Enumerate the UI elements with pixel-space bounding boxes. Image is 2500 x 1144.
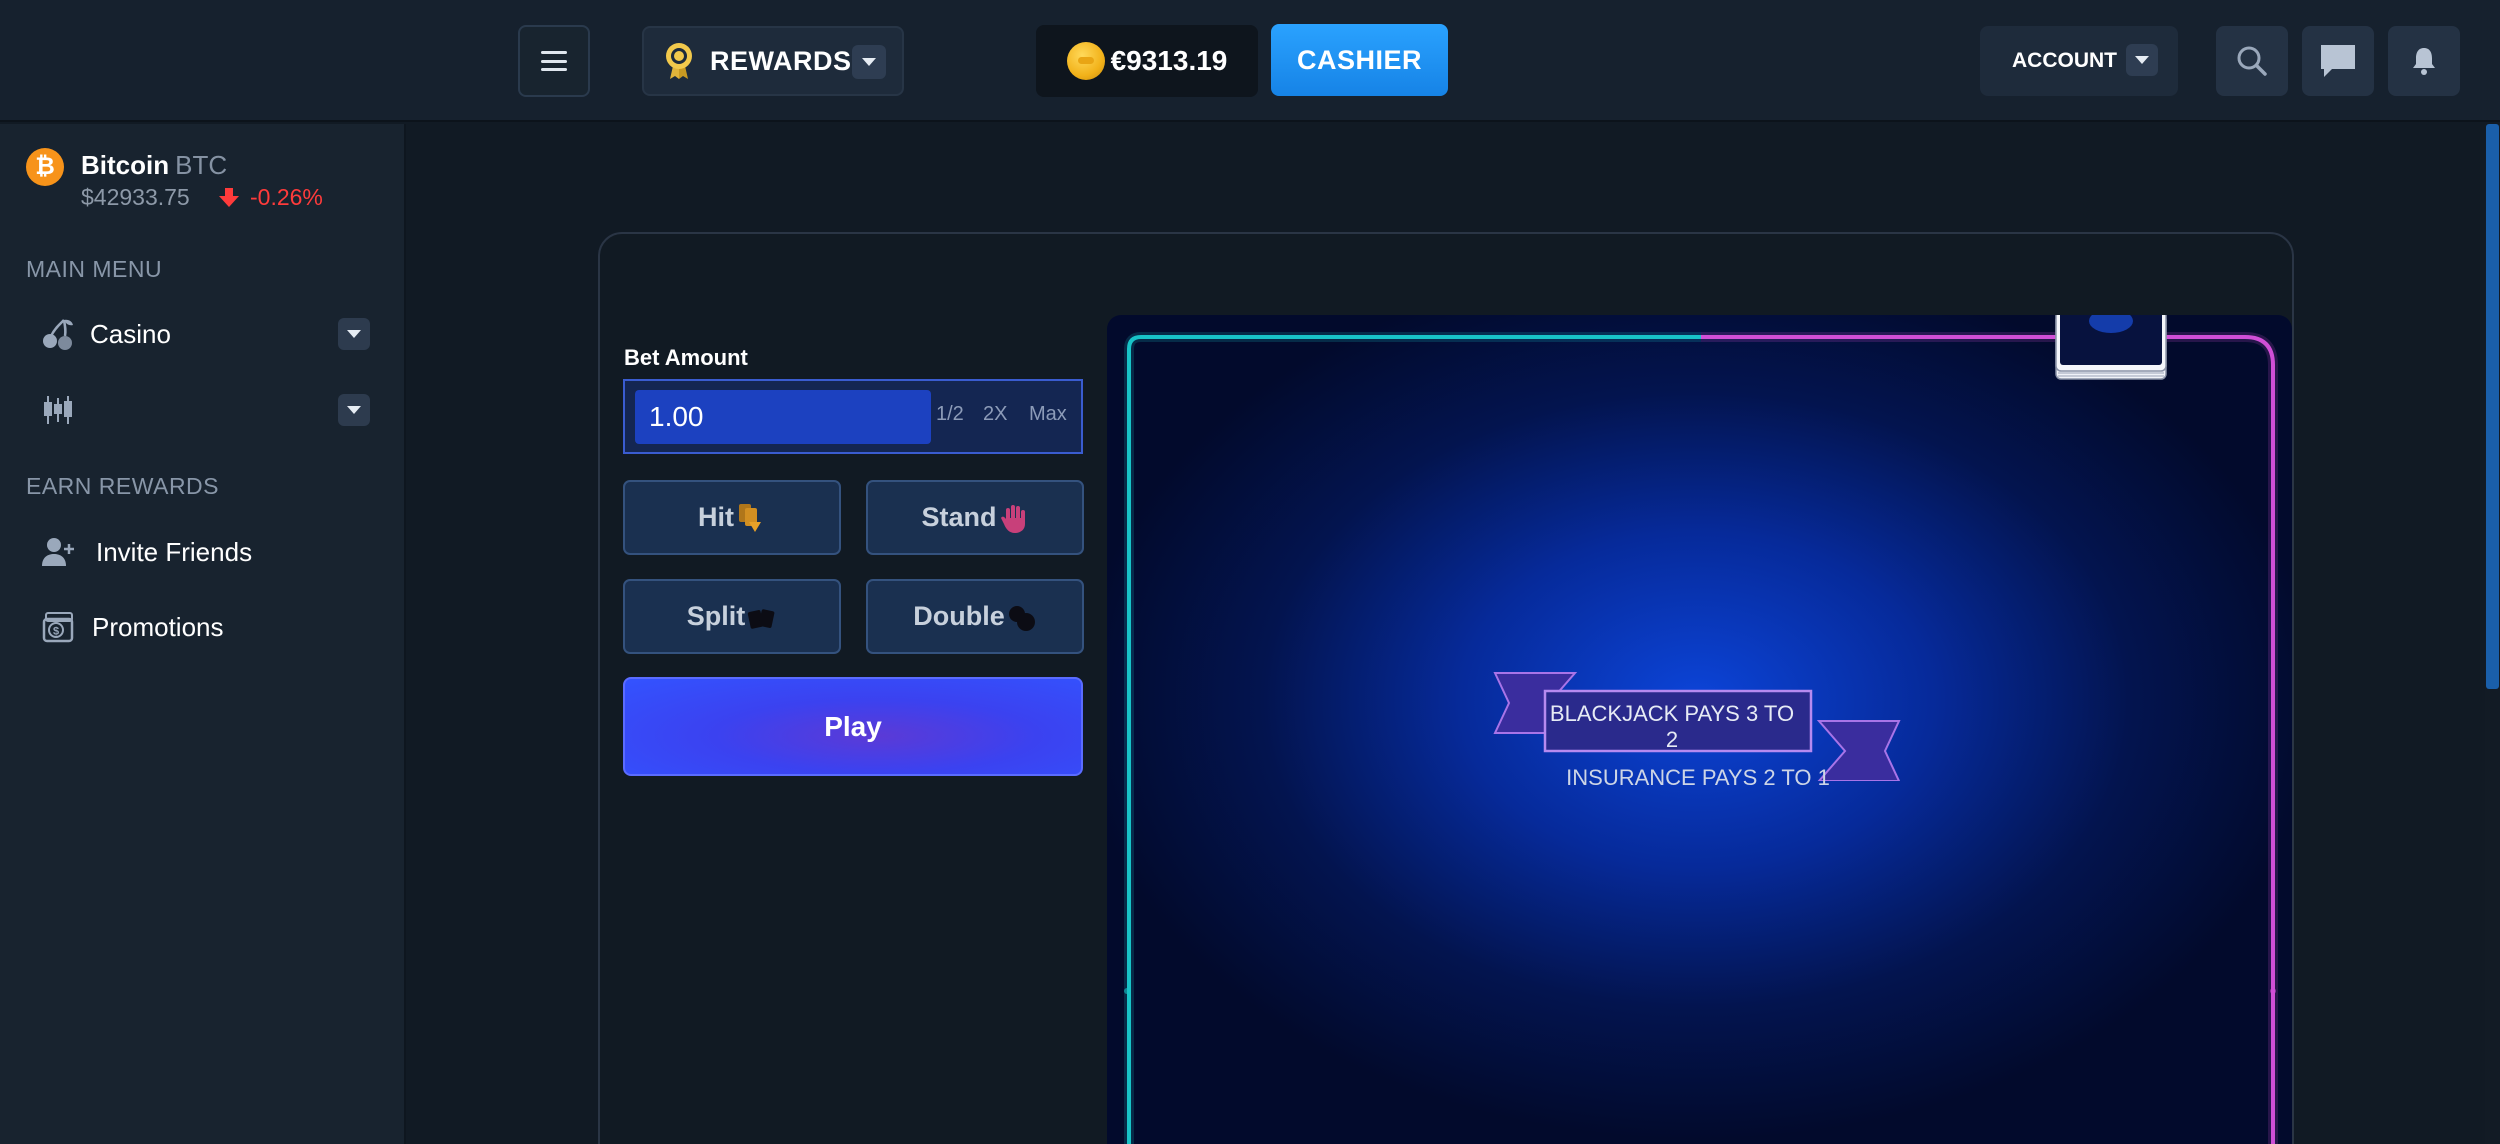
- earn-rewards-title: EARN REWARDS: [26, 473, 219, 499]
- rewards-button[interactable]: REWARDS: [642, 26, 904, 96]
- double-bet-button[interactable]: 2X: [983, 403, 1007, 426]
- chevron-down-icon: [2135, 56, 2149, 64]
- casino-dropdown-toggle[interactable]: [338, 318, 370, 350]
- max-bet-button[interactable]: Max: [1029, 403, 1067, 426]
- crypto-price: $42933.75: [81, 184, 190, 210]
- chips-icon: [1008, 605, 1035, 631]
- search-icon: [2237, 46, 2267, 76]
- rewards-label: REWARDS: [710, 45, 852, 76]
- sidebar-item-label: Invite Friends: [96, 536, 253, 567]
- chevron-down-icon: [862, 58, 876, 66]
- account-label: ACCOUNT: [2012, 49, 2117, 72]
- crypto-name: Bitcoin: [81, 150, 170, 180]
- stand-button[interactable]: Stand: [866, 480, 1084, 555]
- sidebar-item-casino[interactable]: Casino: [40, 311, 370, 357]
- sidebar-item-invite-friends[interactable]: Invite Friends: [40, 529, 370, 575]
- menu-icon: [541, 51, 567, 71]
- hand-icon: [1000, 504, 1025, 533]
- sidebar-item-trading[interactable]: [40, 387, 370, 433]
- split-button[interactable]: Split: [623, 579, 841, 654]
- blackjack-payout-text: BLACKJACK PAYS 3 TO 2: [1549, 701, 1795, 752]
- money-icon: $: [42, 612, 74, 643]
- hit-button[interactable]: Hit: [623, 480, 841, 555]
- trading-dropdown-toggle[interactable]: [338, 394, 370, 426]
- add-user-icon: [42, 538, 74, 566]
- chevron-down-icon: [347, 330, 361, 338]
- account-dropdown-toggle[interactable]: [2126, 44, 2158, 76]
- double-label: Double: [913, 601, 1005, 631]
- bet-amount-input[interactable]: [635, 390, 931, 444]
- balance-amount: €9313.19: [1110, 45, 1228, 76]
- sidebar-item-promotions[interactable]: $ Promotions: [40, 604, 370, 650]
- balance-display[interactable]: €9313.19: [1036, 25, 1258, 97]
- hit-icon: [739, 503, 761, 532]
- sidebar-item-label: Promotions: [92, 611, 224, 642]
- coin-icon: [1066, 42, 1105, 80]
- search-button[interactable]: [2216, 26, 2288, 96]
- crypto-name-line: Bitcoin BTC: [81, 150, 227, 181]
- bet-amount-control: 1/2 2X Max: [623, 379, 1083, 454]
- play-label: Play: [824, 710, 882, 742]
- svg-text:$: $: [53, 626, 59, 638]
- arrow-down-icon: [219, 188, 239, 207]
- bitcoin-icon: ₿: [26, 148, 64, 186]
- crypto-ticker-symbol: BTC: [175, 150, 228, 180]
- bell-icon: [2413, 48, 2435, 75]
- sidebar-item-label: Casino: [90, 318, 171, 349]
- half-bet-button[interactable]: 1/2: [936, 403, 964, 426]
- candlestick-icon: [44, 396, 72, 424]
- cashier-button[interactable]: CASHIER: [1271, 24, 1448, 96]
- medal-icon: [666, 43, 692, 79]
- card-shoe: [2055, 315, 2167, 380]
- scrollbar-thumb[interactable]: [2486, 124, 2499, 689]
- chevron-down-icon: [347, 406, 361, 414]
- rewards-dropdown-toggle[interactable]: [852, 45, 886, 79]
- play-button[interactable]: Play: [623, 677, 1083, 776]
- main-menu-title: MAIN MENU: [26, 256, 163, 282]
- notifications-button[interactable]: [2388, 26, 2460, 96]
- sidebar: ₿ Bitcoin BTC $42933.75 -0.26% MAIN MENU …: [0, 124, 406, 1144]
- split-cards-icon: [748, 608, 775, 629]
- bet-amount-label: Bet Amount: [624, 345, 748, 370]
- cherries-icon: [43, 319, 73, 350]
- double-button[interactable]: Double: [866, 579, 1084, 654]
- cashier-label: CASHIER: [1296, 44, 1422, 75]
- split-label: Split: [686, 601, 746, 631]
- account-button[interactable]: ACCOUNT: [1980, 26, 2178, 96]
- menu-button[interactable]: [518, 25, 590, 97]
- hit-label: Hit: [698, 502, 734, 532]
- crypto-change: -0.26%: [250, 184, 323, 210]
- top-bar: REWARDS €9313.19 CASHIER ACCOUNT: [0, 0, 2500, 122]
- stand-label: Stand: [921, 502, 997, 532]
- chat-icon: [2321, 45, 2355, 77]
- chat-button[interactable]: [2302, 26, 2374, 96]
- insurance-payout-text: INSURANCE PAYS 2 TO 1: [1566, 765, 1830, 790]
